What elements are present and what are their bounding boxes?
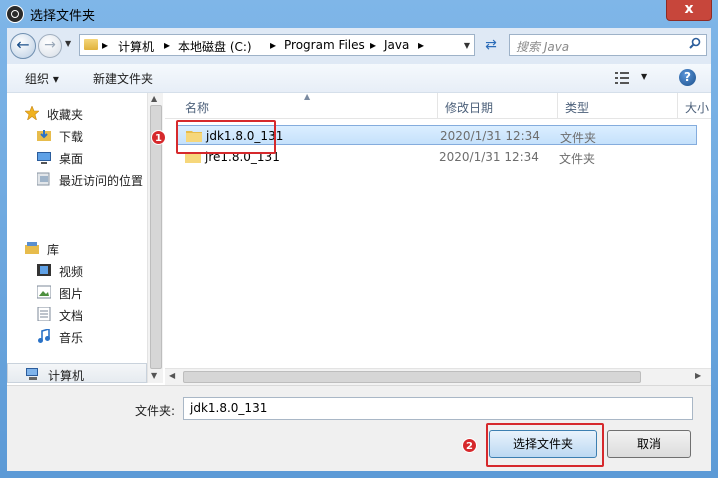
recent-pages-dropdown[interactable]: ▼ xyxy=(65,39,71,48)
pictures-icon xyxy=(37,285,51,299)
nav-pictures[interactable]: 图片 xyxy=(7,282,147,302)
computer-icon xyxy=(26,368,38,380)
toolbar: 组织 ▾ 新建文件夹 ▼ ? xyxy=(7,64,711,93)
nav-documents[interactable]: 文档 xyxy=(7,304,147,324)
scroll-left-arrow[interactable]: ◀ xyxy=(169,371,175,380)
breadcrumb-computer[interactable]: 计算机 xyxy=(118,38,154,55)
step-marker-1: 1 xyxy=(151,130,166,145)
nav-library[interactable]: 库 xyxy=(7,238,147,258)
breadcrumb-separator[interactable]: ▸ xyxy=(102,38,108,52)
address-dropdown[interactable]: ▼ xyxy=(464,41,470,50)
nav-downloads[interactable]: 下载 xyxy=(7,125,147,145)
breadcrumb-separator[interactable]: ▸ xyxy=(270,38,276,52)
nav-label: 文档 xyxy=(59,309,84,323)
folder-input[interactable]: jdk1.8.0_131 xyxy=(183,397,693,420)
step-marker-2: 2 xyxy=(462,438,477,453)
forward-button[interactable]: → xyxy=(38,34,62,58)
star-icon xyxy=(25,106,39,120)
file-type: 文件夹 xyxy=(559,152,596,166)
sort-ascending-icon: ▲ xyxy=(304,92,311,101)
dialog-client: ← → ▼ ▸ 计算机 ▸ 本地磁盘 (C:) ▸ Program Files … xyxy=(7,28,711,471)
nav-label: 图片 xyxy=(59,287,84,301)
music-icon xyxy=(38,329,50,343)
breadcrumb-separator[interactable]: ▸ xyxy=(164,38,170,52)
nav-label: 音乐 xyxy=(59,331,84,345)
arrow-right-icon: → xyxy=(44,37,56,53)
refresh-icon: ⇄ xyxy=(485,37,497,53)
recent-places-icon xyxy=(37,172,50,186)
bottom-panel: 文件夹: jdk1.8.0_131 选择文件夹 取消 xyxy=(7,385,711,471)
nav-label: 下载 xyxy=(59,130,84,144)
breadcrumb-program-files[interactable]: Program Files xyxy=(284,38,365,52)
nav-desktop[interactable]: 桌面 xyxy=(7,147,147,167)
nav-recent[interactable]: 最近访问的位置 xyxy=(7,169,147,189)
breadcrumb-java[interactable]: Java xyxy=(384,38,409,52)
column-divider xyxy=(677,93,678,118)
close-button[interactable]: x xyxy=(666,0,712,21)
new-folder-button[interactable]: 新建文件夹 xyxy=(93,70,153,87)
nav-video[interactable]: 视频 xyxy=(7,260,147,280)
highlight-box-folder xyxy=(176,120,276,154)
folder-icon xyxy=(84,39,98,50)
search-icon[interactable] xyxy=(689,37,701,49)
scroll-thumb[interactable] xyxy=(183,371,641,383)
nav-label: 桌面 xyxy=(59,152,84,166)
breadcrumb-separator[interactable]: ▸ xyxy=(370,38,376,52)
column-modified[interactable]: 修改日期 xyxy=(445,99,493,116)
help-icon[interactable]: ? xyxy=(679,69,696,86)
breadcrumb-separator[interactable]: ▸ xyxy=(418,38,424,52)
scroll-down-arrow[interactable]: ▼ xyxy=(151,371,157,380)
search-box[interactable]: 搜索 Java xyxy=(509,34,707,56)
refresh-button[interactable]: ⇄ xyxy=(481,36,501,56)
highlight-box-select xyxy=(486,423,604,467)
navigation-pane: 收藏夹 下载 桌面 最近访问的位置 库 视频 图片 文档 音乐 计算机 xyxy=(7,93,163,391)
search-placeholder: 搜索 Java xyxy=(516,40,570,54)
file-modified: 2020/1/31 12:34 xyxy=(439,150,539,164)
view-options-icon[interactable] xyxy=(615,72,629,84)
app-icon xyxy=(6,5,24,23)
desktop-icon xyxy=(37,152,51,164)
scroll-up-arrow[interactable]: ▲ xyxy=(151,94,157,103)
column-divider xyxy=(557,93,558,118)
nav-label: 收藏夹 xyxy=(47,108,84,122)
cancel-button[interactable]: 取消 xyxy=(607,430,691,458)
column-header-row: ▲ 名称 修改日期 类型 大小 xyxy=(165,92,711,119)
nav-label: 视频 xyxy=(59,265,84,279)
breadcrumb-local-disk[interactable]: 本地磁盘 (C:) xyxy=(178,38,252,55)
nav-computer[interactable]: 计算机 xyxy=(7,363,147,383)
nav-label: 库 xyxy=(47,243,60,257)
column-size[interactable]: 大小 xyxy=(685,99,709,116)
window-title: 选择文件夹 xyxy=(30,9,96,24)
dialog-window: 选择文件夹 x ← → ▼ ▸ 计算机 ▸ 本地磁盘 (C:) ▸ Progra… xyxy=(0,0,718,478)
library-icon xyxy=(25,242,39,254)
view-dropdown[interactable]: ▼ xyxy=(641,72,647,81)
back-button[interactable]: ← xyxy=(10,33,36,59)
address-bar[interactable]: ▸ 计算机 ▸ 本地磁盘 (C:) ▸ Program Files ▸ Java… xyxy=(79,34,475,56)
documents-icon xyxy=(37,307,51,321)
column-type[interactable]: 类型 xyxy=(565,99,589,116)
scroll-right-arrow[interactable]: ▶ xyxy=(695,371,701,380)
title-bar: 选择文件夹 x xyxy=(0,0,718,28)
downloads-folder-icon xyxy=(37,130,51,141)
arrow-left-icon: ← xyxy=(16,35,30,54)
nav-favorites[interactable]: 收藏夹 xyxy=(7,103,147,123)
nav-label: 最近访问的位置 xyxy=(59,174,144,188)
folder-label: 文件夹: xyxy=(135,404,176,418)
column-divider xyxy=(437,93,438,118)
file-type: 文件夹 xyxy=(560,131,597,145)
file-list-scrollbar[interactable]: ◀ ▶ xyxy=(165,368,711,385)
file-modified: 2020/1/31 12:34 xyxy=(440,129,540,143)
navigation-bar: ← → ▼ ▸ 计算机 ▸ 本地磁盘 (C:) ▸ Program Files … xyxy=(7,28,711,64)
organize-menu[interactable]: 组织 ▾ xyxy=(25,70,59,87)
nav-music[interactable]: 音乐 xyxy=(7,326,147,346)
nav-label: 计算机 xyxy=(48,369,85,383)
video-icon xyxy=(37,264,51,276)
column-name[interactable]: 名称 xyxy=(185,99,209,116)
